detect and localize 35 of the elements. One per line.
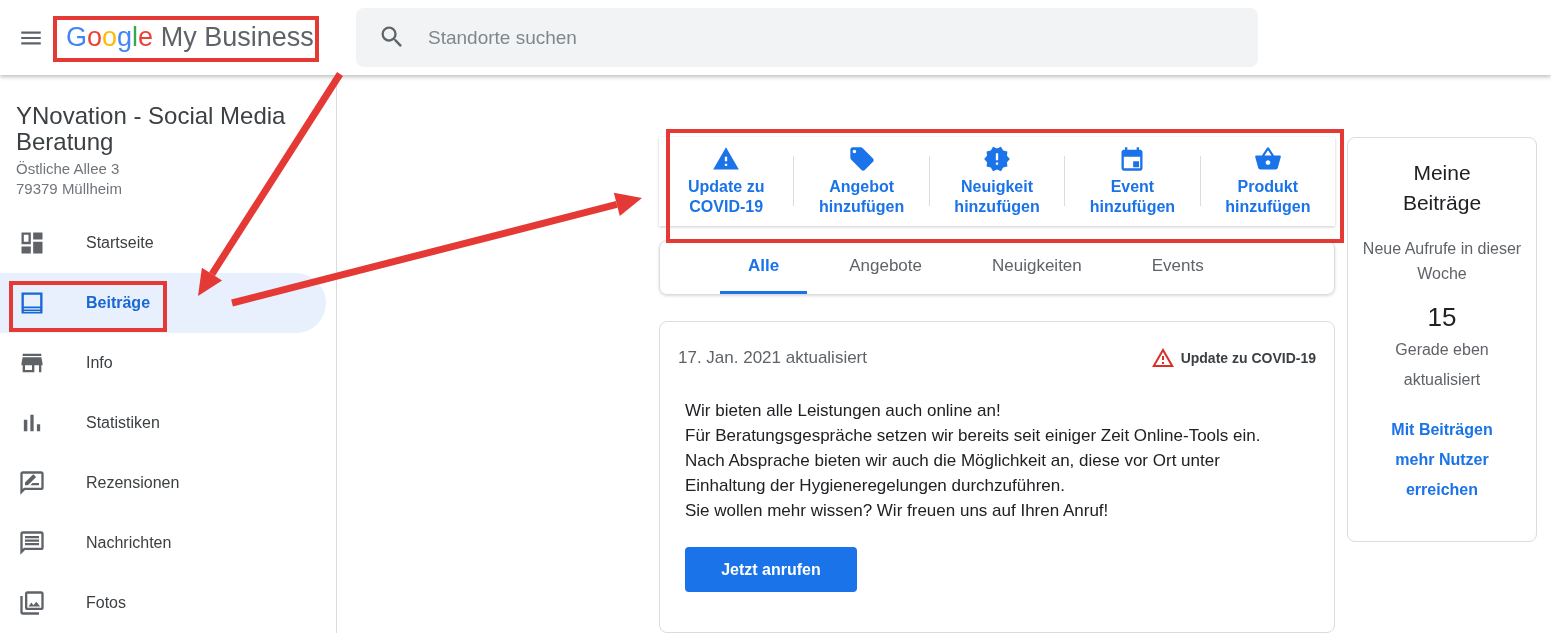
- tag-icon: [847, 145, 876, 174]
- post-date: 17. Jan. 2021 aktualisiert: [678, 348, 867, 368]
- sidebar-item[interactable]: Nachrichten: [0, 513, 326, 573]
- action-button[interactable]: Produkt hinzufügen: [1200, 145, 1336, 218]
- update-status: Gerade eben aktualisiert: [1394, 340, 1490, 390]
- views-count: 15: [1426, 302, 1458, 333]
- action-button[interactable]: Update zu COVID-19: [659, 145, 794, 218]
- app-logo[interactable]: Google My Business: [66, 18, 314, 57]
- tab[interactable]: Alle: [720, 240, 808, 294]
- sidebar-item[interactable]: Startseite: [0, 213, 326, 273]
- sidebar-item[interactable]: Statistiken: [0, 393, 326, 453]
- card-title: Meine Beiträge: [1401, 160, 1483, 216]
- photos-icon: [18, 589, 46, 617]
- speech-bubble-pen-icon: [18, 469, 46, 497]
- reach-link[interactable]: Mit Beiträgen mehr Nutzer erreichen: [1373, 415, 1511, 505]
- address-line: 79379 Müllheim: [16, 179, 123, 199]
- sidebar-item[interactable]: Fotos: [0, 573, 326, 633]
- action-button[interactable]: Angebot hinzufügen: [794, 145, 929, 218]
- address-line: Östliche Allee 3: [16, 159, 121, 179]
- action-button[interactable]: Neuigkeit hinzufügen: [929, 145, 1065, 218]
- views-label: Neue Aufrufe in dieser Woche: [1362, 239, 1522, 284]
- action-button[interactable]: Event hinzufügen: [1065, 145, 1200, 218]
- badge-exclamation-icon: [983, 145, 1011, 174]
- sidebar-item[interactable]: Rezensionen: [0, 453, 326, 513]
- post-text: Wir bieten alle Leistungen auch online an! Für Beratungsgespräche setzen wir bereits seit einiger Zeit Online-Tools ein. Nach Absprache bieten wir auch die Möglichkeit an, diese vor Ort unter Einhaltung der Hygieneregelungen durchzuführen. Sie wollen mehr wissen? Wir freuen uns auf Ihren Anruf!: [685, 400, 1262, 522]
- tab[interactable]: Angebote: [821, 240, 950, 294]
- sidebar-item[interactable]: Info: [0, 333, 326, 393]
- business-name: YNovation - Social Media Beratung: [16, 103, 287, 155]
- tab[interactable]: Neuigkeiten: [964, 240, 1110, 294]
- speech-bubble-lines-icon: [18, 529, 46, 557]
- warning-icon: [1150, 346, 1175, 370]
- search-field[interactable]: Standorte suchen: [356, 8, 1258, 67]
- post-type: Update zu COVID-19: [1180, 350, 1316, 366]
- tab[interactable]: Events: [1123, 240, 1232, 294]
- call-button[interactable]: Jetzt anrufen: [685, 547, 857, 592]
